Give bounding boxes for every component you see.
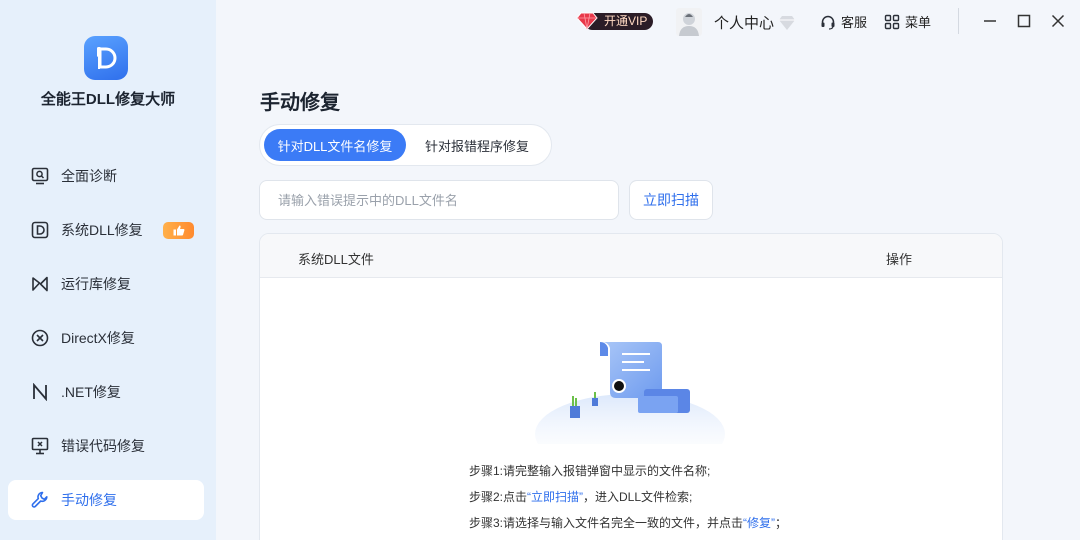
column-header-dll-file: 系统DLL文件 [298, 252, 374, 267]
tab-error-program[interactable]: 针对报错程序修复 [410, 129, 544, 161]
maximize-button[interactable] [1015, 12, 1033, 30]
n-letter-icon [30, 382, 50, 402]
sidebar-item-label: DirectX修复 [61, 330, 135, 346]
circle-x-icon [30, 328, 50, 348]
user-center-link[interactable]: 个人中心 [714, 12, 796, 33]
step-3: 步骤3:请选择与输入文件名完全一致的文件，并点击“修复”； [469, 510, 787, 536]
menu-label: 菜单 [905, 15, 932, 30]
close-icon [1051, 14, 1065, 28]
sidebar-item-runtime[interactable]: 运行库修复 [8, 264, 204, 304]
scan-button[interactable]: 立即扫描 [629, 180, 713, 220]
dll-search-input[interactable] [259, 180, 619, 220]
monitor-x-icon [30, 436, 50, 456]
thumbs-up-icon [163, 222, 194, 239]
sidebar-item-full-diagnosis[interactable]: 全面诊断 [8, 156, 204, 196]
minimize-button[interactable] [981, 12, 999, 30]
sidebar-item-label: 手动修复 [61, 492, 117, 508]
top-bar: 开通VIP 个人中心 客服 菜单 [216, 0, 1080, 44]
sidebar-item-dotnet[interactable]: .NET修复 [8, 372, 204, 412]
app-logo [84, 36, 128, 80]
column-header-action: 操作 [886, 252, 913, 267]
sidebar-item-error-code[interactable]: 错误代码修复 [8, 426, 204, 466]
sidebar-item-label: 全面诊断 [61, 168, 117, 184]
service-label: 客服 [841, 15, 868, 30]
d-letter-icon [30, 220, 50, 240]
sidebar-item-manual-repair[interactable]: 手动修复 [8, 480, 204, 520]
sidebar-item-label: 运行库修复 [61, 276, 131, 292]
sidebar-item-directx[interactable]: DirectX修复 [8, 318, 204, 358]
close-button[interactable] [1049, 12, 1067, 30]
customer-service-button[interactable]: 客服 [820, 12, 867, 31]
diamond-gray-icon [779, 15, 796, 30]
page-title: 手动修复 [260, 92, 340, 114]
sidebar-item-label: 错误代码修复 [61, 438, 145, 454]
sidebar-item-system-dll[interactable]: 系统DLL修复 [8, 210, 204, 250]
table-header: 系统DLL文件 操作 [260, 234, 1002, 278]
wrench-icon [30, 490, 50, 510]
minimize-icon [984, 20, 996, 22]
step-3-text: 步骤3:请选择与输入文件名完全一致的文件，并点击 [469, 516, 744, 530]
step-3-suffix: ； [775, 516, 788, 530]
header-divider [958, 8, 959, 34]
user-center-label: 个人中心 [714, 15, 775, 32]
repair-mode-tabs: 针对DLL文件名修复 针对报错程序修复 [259, 124, 552, 166]
headset-icon [821, 15, 835, 30]
maximize-icon [1017, 14, 1031, 28]
avatar[interactable] [676, 8, 702, 36]
empty-state-illustration [535, 342, 725, 444]
step-2-text: 步骤2:点击 [469, 490, 528, 504]
instruction-steps: 步骤1:请完整输入报错弹窗中显示的文件名称; 步骤2:点击“立即扫描”，进入DL… [469, 458, 787, 536]
app-name: 全能王DLL修复大师 [40, 91, 176, 108]
step-1: 步骤1:请完整输入报错弹窗中显示的文件名称; [469, 464, 711, 478]
diamond-icon [576, 12, 598, 30]
step-3-repair-link: “修复” [743, 516, 776, 530]
menu-button[interactable]: 菜单 [884, 12, 931, 31]
step-2-scan-link: “立即扫描” [527, 490, 584, 504]
dll-table: 系统DLL文件 操作 步骤1:请完整输入报错弹窗中显示的文件名称; 步骤2:点击… [259, 233, 1003, 540]
sidebar-item-label: 系统DLL修复 [61, 222, 143, 238]
sidebar-item-label: .NET修复 [61, 384, 121, 400]
step-2: 步骤2:点击“立即扫描”，进入DLL文件检索; [469, 484, 787, 510]
step-2-suffix: ，进入DLL文件检索; [583, 490, 693, 504]
tab-dll-filename[interactable]: 针对DLL文件名修复 [264, 129, 406, 161]
sidebar: 全能王DLL修复大师 全面诊断 系统DLL修复 运行库修复 DirectX修复 … [0, 0, 216, 540]
dll-logo-icon [97, 47, 117, 69]
grid-icon [884, 14, 900, 29]
bowtie-icon [30, 274, 50, 294]
vip-button[interactable]: 开通VIP [576, 11, 654, 31]
monitor-search-icon [30, 166, 50, 186]
